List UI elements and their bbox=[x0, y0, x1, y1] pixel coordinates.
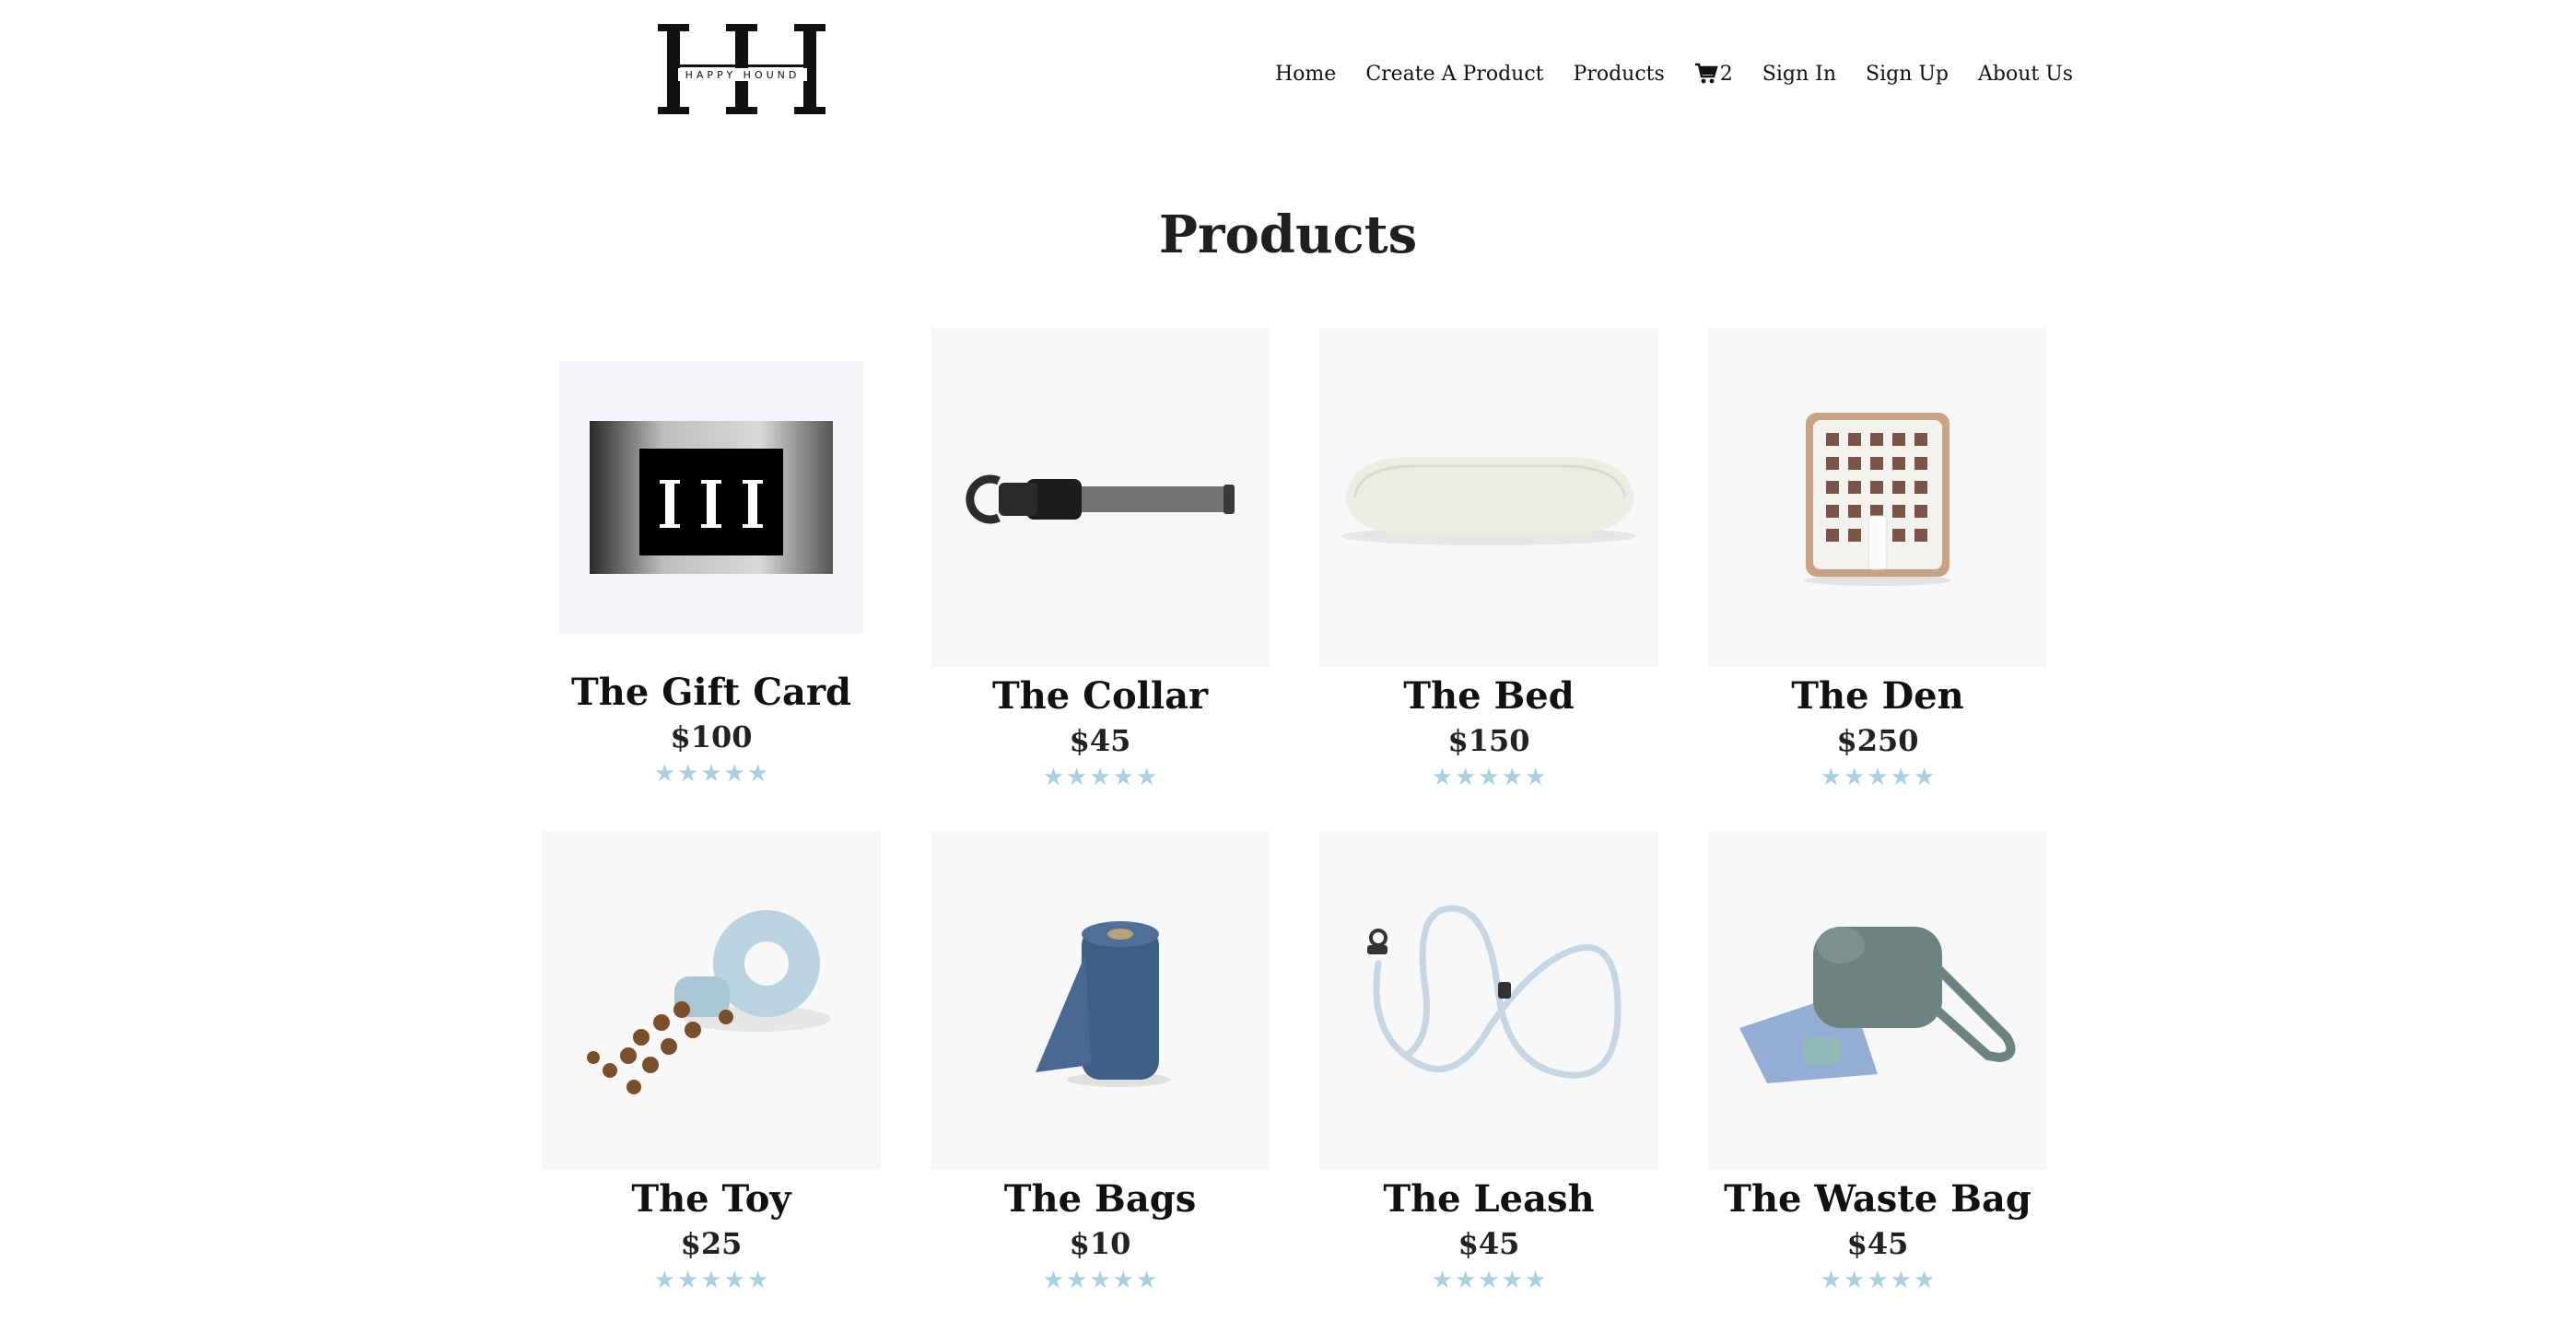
product-price: $250 bbox=[1836, 723, 1919, 758]
star-icon[interactable]: ★ bbox=[654, 761, 675, 787]
product-price: $25 bbox=[680, 1226, 743, 1261]
star-icon[interactable]: ★ bbox=[1455, 765, 1476, 790]
star-icon[interactable]: ★ bbox=[1867, 1268, 1888, 1293]
product-image-toy[interactable] bbox=[542, 831, 881, 1170]
product-price: $10 bbox=[1069, 1226, 1131, 1261]
star-icon[interactable]: ★ bbox=[1066, 1268, 1087, 1293]
star-icon[interactable]: ★ bbox=[654, 1268, 675, 1293]
star-rating[interactable]: ★ ★ ★ ★ ★ bbox=[518, 1268, 905, 1293]
star-icon[interactable]: ★ bbox=[1867, 765, 1888, 790]
star-icon[interactable]: ★ bbox=[1478, 765, 1499, 790]
star-icon[interactable]: ★ bbox=[1525, 765, 1546, 790]
product-card-bags[interactable]: The Bags $10 ★ ★ ★ ★ ★ bbox=[907, 831, 1294, 1293]
product-name[interactable]: The Toy bbox=[518, 1175, 905, 1223]
star-icon[interactable]: ★ bbox=[1525, 1268, 1546, 1293]
product-card-bed[interactable]: The Bed $150 ★ ★ ★ ★ ★ bbox=[1295, 328, 1682, 790]
star-icon[interactable]: ★ bbox=[1502, 1268, 1523, 1293]
star-icon[interactable]: ★ bbox=[1089, 765, 1110, 790]
star-icon[interactable]: ★ bbox=[1113, 1268, 1134, 1293]
star-rating[interactable]: ★ ★ ★ ★ ★ bbox=[1295, 765, 1682, 790]
product-image-gift-card[interactable] bbox=[559, 361, 863, 634]
star-icon[interactable]: ★ bbox=[1432, 765, 1453, 790]
product-image-waste-bag[interactable] bbox=[1708, 831, 2047, 1170]
product-grid: The Gift Card $100 ★ ★ ★ ★ ★ The Collar $45 … bbox=[0, 0, 2576, 1321]
star-icon[interactable]: ★ bbox=[1432, 1268, 1453, 1293]
star-icon[interactable]: ★ bbox=[1043, 765, 1064, 790]
star-icon[interactable]: ★ bbox=[747, 761, 768, 787]
star-icon[interactable]: ★ bbox=[700, 761, 721, 787]
star-icon[interactable]: ★ bbox=[1136, 765, 1157, 790]
product-name[interactable]: The Bed bbox=[1295, 672, 1682, 720]
product-name[interactable]: The Waste Bag bbox=[1684, 1175, 2071, 1223]
product-image-den[interactable] bbox=[1708, 328, 2047, 667]
product-card-leash[interactable]: The Leash $45 ★ ★ ★ ★ ★ bbox=[1295, 831, 1682, 1293]
star-icon[interactable]: ★ bbox=[747, 1268, 768, 1293]
product-name[interactable]: The Collar bbox=[907, 672, 1294, 720]
star-icon[interactable]: ★ bbox=[1478, 1268, 1499, 1293]
product-price: $45 bbox=[1846, 1226, 1909, 1261]
product-card-toy[interactable]: The Toy $25 ★ ★ ★ ★ ★ bbox=[518, 831, 905, 1293]
product-card-waste-bag[interactable]: The Waste Bag $45 ★ ★ ★ ★ ★ bbox=[1684, 831, 2071, 1293]
product-name[interactable]: The Bags bbox=[907, 1175, 1294, 1223]
star-icon[interactable]: ★ bbox=[1891, 765, 1912, 790]
product-name[interactable]: The Leash bbox=[1295, 1175, 1682, 1223]
product-card-collar[interactable]: The Collar $45 ★ ★ ★ ★ ★ bbox=[907, 328, 1294, 790]
star-rating[interactable]: ★ ★ ★ ★ ★ bbox=[907, 765, 1294, 790]
star-icon[interactable]: ★ bbox=[1066, 765, 1087, 790]
star-icon[interactable]: ★ bbox=[724, 1268, 745, 1293]
star-icon[interactable]: ★ bbox=[1455, 1268, 1476, 1293]
product-image-bags[interactable] bbox=[931, 831, 1270, 1170]
product-image-collar[interactable] bbox=[931, 328, 1270, 667]
product-price: $150 bbox=[1447, 723, 1530, 758]
product-card-gift-card[interactable]: The Gift Card $100 ★ ★ ★ ★ ★ bbox=[518, 328, 905, 787]
star-icon[interactable]: ★ bbox=[1821, 765, 1842, 790]
product-price: $45 bbox=[1458, 1226, 1520, 1261]
product-card-den[interactable]: The Den $250 ★ ★ ★ ★ ★ bbox=[1684, 328, 2071, 790]
product-name[interactable]: The Gift Card bbox=[518, 669, 905, 717]
star-icon[interactable]: ★ bbox=[724, 761, 745, 787]
star-icon[interactable]: ★ bbox=[1844, 1268, 1865, 1293]
star-icon[interactable]: ★ bbox=[1821, 1268, 1842, 1293]
star-rating[interactable]: ★ ★ ★ ★ ★ bbox=[907, 1268, 1294, 1293]
star-icon[interactable]: ★ bbox=[1914, 765, 1935, 790]
star-icon[interactable]: ★ bbox=[1844, 765, 1865, 790]
star-icon[interactable]: ★ bbox=[1502, 765, 1523, 790]
star-rating[interactable]: ★ ★ ★ ★ ★ bbox=[1684, 1268, 2071, 1293]
star-rating[interactable]: ★ ★ ★ ★ ★ bbox=[1684, 765, 2071, 790]
star-rating[interactable]: ★ ★ ★ ★ ★ bbox=[1295, 1268, 1682, 1293]
product-price: $45 bbox=[1069, 723, 1131, 758]
star-icon[interactable]: ★ bbox=[700, 1268, 721, 1293]
star-icon[interactable]: ★ bbox=[677, 1268, 698, 1293]
star-icon[interactable]: ★ bbox=[677, 761, 698, 787]
star-icon[interactable]: ★ bbox=[1113, 765, 1134, 790]
product-price: $100 bbox=[670, 719, 753, 754]
star-icon[interactable]: ★ bbox=[1136, 1268, 1157, 1293]
star-icon[interactable]: ★ bbox=[1043, 1268, 1064, 1293]
product-name[interactable]: The Den bbox=[1684, 672, 2071, 720]
product-image-leash[interactable] bbox=[1319, 831, 1658, 1170]
star-icon[interactable]: ★ bbox=[1891, 1268, 1912, 1293]
product-image-bed[interactable] bbox=[1319, 328, 1658, 667]
star-icon[interactable]: ★ bbox=[1089, 1268, 1110, 1293]
star-icon[interactable]: ★ bbox=[1914, 1268, 1935, 1293]
star-rating[interactable]: ★ ★ ★ ★ ★ bbox=[518, 761, 905, 787]
